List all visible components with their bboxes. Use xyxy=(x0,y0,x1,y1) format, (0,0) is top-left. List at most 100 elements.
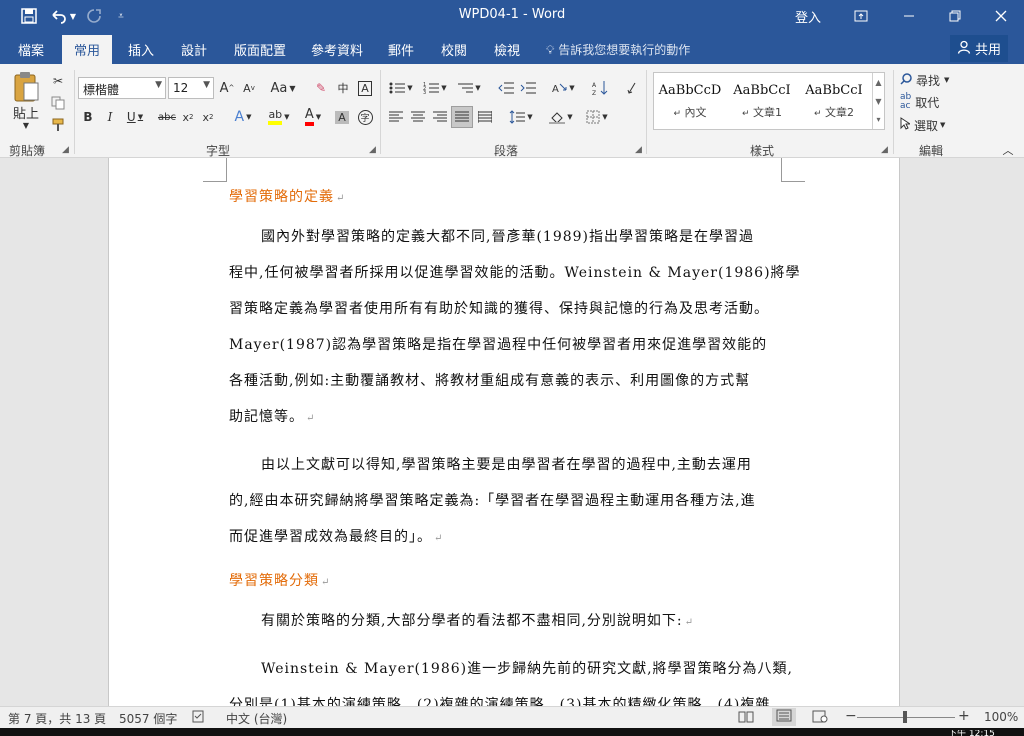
svg-text:Z: Z xyxy=(592,90,596,96)
sort-icon[interactable]: AZ xyxy=(590,77,610,99)
format-painter-icon[interactable] xyxy=(48,114,68,136)
tab-file[interactable]: 檔案 xyxy=(18,40,44,59)
paragraph-launcher-icon[interactable]: ◢ xyxy=(635,145,642,155)
gallery-down-icon[interactable]: ▼ xyxy=(872,92,884,111)
character-shading-icon[interactable]: A xyxy=(334,106,350,128)
style-name: 文章1 xyxy=(753,106,783,119)
decrease-indent-icon[interactable] xyxy=(496,77,516,99)
read-mode-icon[interactable] xyxy=(738,710,754,726)
find-button[interactable]: 尋找 ▼ xyxy=(900,69,962,91)
enclose-characters-icon[interactable]: 字 xyxy=(356,106,374,128)
proofing-icon[interactable] xyxy=(192,710,206,726)
shrink-font-icon[interactable]: Av xyxy=(240,77,258,99)
tab-view[interactable]: 檢視 xyxy=(494,40,520,59)
align-right-icon[interactable] xyxy=(430,106,450,128)
replace-button[interactable]: ab ac 取代 xyxy=(900,91,952,113)
style-normal[interactable]: AaBbCcD ↵ 內文 xyxy=(654,77,726,120)
tab-design[interactable]: 設計 xyxy=(181,40,207,59)
word-count[interactable]: 5057 個字 xyxy=(119,710,177,727)
tab-layout[interactable]: 版面配置 xyxy=(234,40,286,59)
language-indicator[interactable]: 中文 (台灣) xyxy=(226,710,287,727)
character-border-icon[interactable]: A xyxy=(356,77,374,99)
numbering-icon[interactable]: 1 2 3 ▼ xyxy=(420,77,450,99)
distributed-icon[interactable] xyxy=(475,106,495,128)
borders-icon[interactable]: ▼ xyxy=(582,106,612,128)
bold-icon[interactable]: B xyxy=(80,106,96,128)
margin-mark xyxy=(781,158,805,182)
restore-icon[interactable] xyxy=(932,0,978,32)
editing-group-label: 編輯 xyxy=(919,144,944,158)
styles-gallery: AaBbCcD ↵ 內文 AaBbCcI ↵ 文章1 AaBbCcI ↵ 文章2… xyxy=(653,72,885,130)
tab-insert[interactable]: 插入 xyxy=(128,40,154,59)
ribbon-display-icon[interactable] xyxy=(838,0,884,32)
copy-icon[interactable] xyxy=(48,92,68,114)
increase-indent-icon[interactable] xyxy=(518,77,538,99)
minimize-icon[interactable] xyxy=(886,0,932,32)
strikethrough-icon[interactable]: abc xyxy=(156,106,178,128)
superscript-icon[interactable]: x2 xyxy=(200,106,216,128)
separator xyxy=(380,70,381,154)
subscript-icon[interactable]: x2 xyxy=(180,106,196,128)
phonetic-guide-icon[interactable]: 中 xyxy=(334,77,352,99)
tab-review[interactable]: 校閱 xyxy=(441,40,467,59)
paragraph-2: 由以上文獻可以得知,學習策略主要是由學習者在學習的過程中,主動去運用 的,經由本… xyxy=(229,457,756,545)
clear-formatting-icon[interactable]: ✎ xyxy=(312,77,330,99)
multilevel-list-icon[interactable]: ▼ xyxy=(454,77,484,99)
style-article2[interactable]: AaBbCcI ↵ 文章2 xyxy=(798,77,870,120)
chevron-down-icon: ▼ xyxy=(203,80,210,90)
show-marks-icon[interactable] xyxy=(622,77,642,99)
underline-icon[interactable]: U ▼ xyxy=(124,106,146,128)
taskbar: 下午 12:15 xyxy=(0,728,1024,736)
zoom-in-icon[interactable]: + xyxy=(958,708,970,724)
paste-button[interactable]: 貼上 xyxy=(8,104,44,122)
close-icon[interactable] xyxy=(978,0,1024,32)
cut-icon[interactable]: ✂ xyxy=(48,70,68,92)
tell-me-box[interactable]: 💡︎ 告訴我您想要執行的動作 xyxy=(546,41,690,58)
tab-home[interactable]: 常用 xyxy=(62,35,113,64)
tab-references[interactable]: 參考資料 xyxy=(311,40,363,59)
svg-text:A: A xyxy=(552,84,559,95)
collapse-ribbon-icon[interactable]: ︿ xyxy=(1000,142,1016,158)
page-indicator[interactable]: 第 7 頁，共 13 頁 xyxy=(8,710,106,727)
replace-icon: ab ac xyxy=(900,92,912,111)
zoom-out-icon[interactable]: − xyxy=(845,708,857,724)
align-left-icon[interactable] xyxy=(386,106,406,128)
share-button[interactable]: 共用 xyxy=(950,35,1008,62)
text-effects-icon[interactable]: A ▼ xyxy=(230,106,256,128)
shading-icon[interactable]: ▼ xyxy=(546,106,576,128)
font-color-icon[interactable]: A ▼ xyxy=(298,106,328,128)
zoom-level[interactable]: 100% xyxy=(984,710,1018,724)
gallery-up-icon[interactable]: ▲ xyxy=(872,73,884,92)
login-link[interactable]: 登入 xyxy=(795,7,821,26)
tab-mailings[interactable]: 郵件 xyxy=(388,40,414,59)
line-spacing-icon[interactable]: ▼ xyxy=(506,106,536,128)
justify-icon[interactable] xyxy=(451,106,473,128)
select-button[interactable]: 選取 ▼ xyxy=(900,114,962,136)
font-launcher-icon[interactable]: ◢ xyxy=(369,145,376,155)
separator xyxy=(74,70,75,154)
clipboard-group-label: 剪貼簿 xyxy=(9,144,46,158)
style-name: 文章2 xyxy=(825,106,855,119)
clipboard-launcher-icon[interactable]: ◢ xyxy=(62,145,69,155)
font-name-box[interactable]: 標楷體 ▼ xyxy=(78,77,166,99)
change-case-button[interactable]: Aa ▼ xyxy=(268,77,298,99)
styles-launcher-icon[interactable]: ◢ xyxy=(881,145,888,155)
gallery-more-icon[interactable]: ▾ xyxy=(872,111,884,129)
web-layout-icon[interactable] xyxy=(812,710,828,726)
font-size-box[interactable]: 12 ▼ xyxy=(168,77,214,99)
document-page[interactable]: 學習策略的定義 ↵ 國內外對學習策略的定義大都不同,晉彥華(1989)指出學習策略… xyxy=(108,158,900,706)
highlight-icon[interactable]: ab ▼ xyxy=(264,106,294,128)
ribbon: 貼上 ▼ ✂ 剪貼簿 ◢ 標楷體 ▼ 12 ▼ A ^ Av Aa ▼ ✎ 中 A B … xyxy=(0,64,1024,158)
bullets-icon[interactable]: ▼ xyxy=(386,77,416,99)
style-article1[interactable]: AaBbCcI ↵ 文章1 xyxy=(726,77,798,120)
paste-dropdown-icon[interactable]: ▼ xyxy=(20,120,32,130)
italic-icon[interactable]: I xyxy=(102,106,118,128)
print-layout-icon[interactable] xyxy=(772,708,796,726)
grow-font-icon[interactable]: A ^ xyxy=(218,77,236,99)
zoom-slider-thumb[interactable] xyxy=(903,711,907,723)
paste-icon[interactable] xyxy=(10,70,42,104)
paragraph-1: 國內外對學習策略的定義大都不同,晉彥華(1989)指出學習策略是在學習過 程中,… xyxy=(229,229,801,425)
align-center-icon[interactable] xyxy=(408,106,428,128)
paragraph-4: Weinstein & Mayer(1986)進一步歸納先前的研究文獻,將學習策… xyxy=(229,661,793,706)
text-direction-icon[interactable]: A ▼ xyxy=(548,77,578,99)
